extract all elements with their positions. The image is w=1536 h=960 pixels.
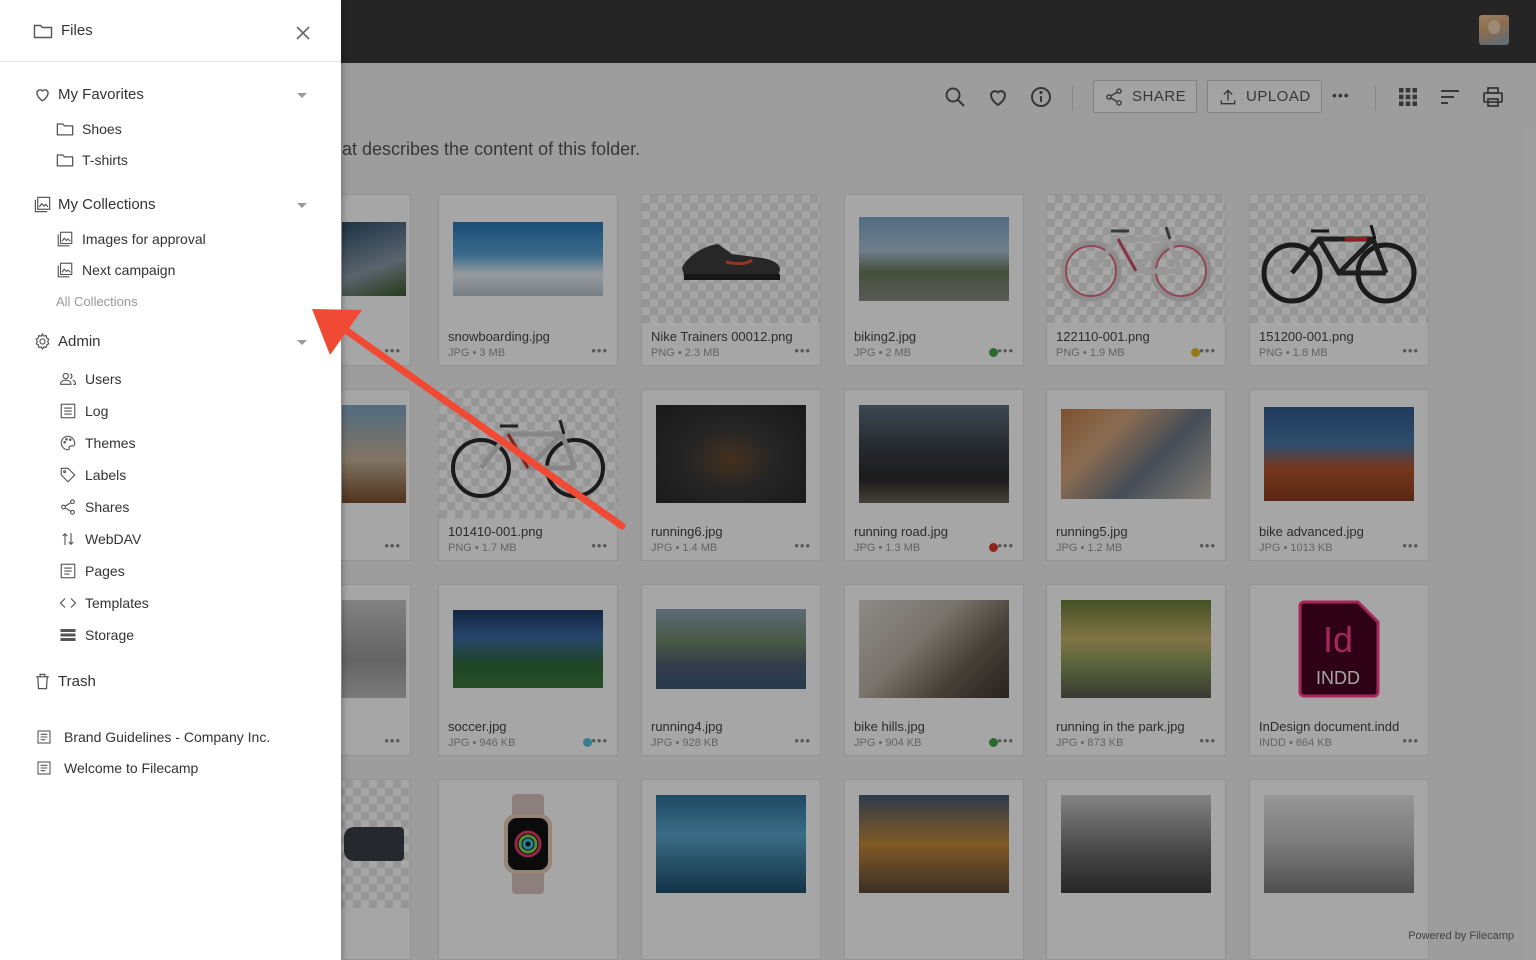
page-icon bbox=[37, 730, 51, 744]
folder-icon bbox=[56, 154, 74, 167]
gear-icon bbox=[35, 332, 50, 351]
transfer-icon bbox=[62, 532, 74, 546]
palette-icon bbox=[60, 435, 76, 451]
admin-item-storage[interactable]: Storage bbox=[59, 626, 134, 644]
section-admin[interactable]: Admin bbox=[33, 332, 101, 351]
chevron-down-icon[interactable] bbox=[297, 203, 307, 208]
section-label: Admin bbox=[58, 333, 101, 350]
heart-icon bbox=[36, 89, 49, 102]
chevron-down-icon[interactable] bbox=[297, 340, 307, 345]
admin-label: Storage bbox=[85, 627, 135, 643]
admin-label: Users bbox=[85, 371, 122, 387]
favorite-item-tshirts[interactable]: T-shirts bbox=[56, 151, 128, 169]
admin-item-templates[interactable]: Templates bbox=[59, 594, 149, 612]
trash-icon bbox=[36, 673, 49, 690]
page-label: Welcome to Filecamp bbox=[64, 760, 199, 776]
admin-label: Shares bbox=[85, 499, 130, 515]
admin-label: Templates bbox=[85, 595, 149, 611]
admin-label: Pages bbox=[85, 563, 125, 579]
admin-item-labels[interactable]: Labels bbox=[59, 466, 126, 484]
folder-icon bbox=[56, 123, 74, 136]
favorite-label: Shoes bbox=[82, 121, 122, 137]
admin-label: Labels bbox=[85, 467, 127, 483]
page-link-welcome[interactable]: Welcome to Filecamp bbox=[36, 760, 198, 776]
admin-label: WebDAV bbox=[85, 531, 142, 547]
favorite-item-shoes[interactable]: Shoes bbox=[56, 120, 122, 138]
collection-icon bbox=[57, 262, 73, 278]
favorite-label: T-shirts bbox=[82, 152, 128, 168]
admin-item-webdav[interactable]: WebDAV bbox=[59, 530, 141, 548]
tag-icon bbox=[60, 467, 76, 483]
code-icon bbox=[59, 598, 77, 608]
close-icon[interactable] bbox=[294, 24, 312, 42]
collection-item-next-campaign[interactable]: Next campaign bbox=[56, 261, 175, 279]
admin-item-users[interactable]: Users bbox=[59, 370, 122, 388]
page-link-brand-guidelines[interactable]: Brand Guidelines - Company Inc. bbox=[36, 729, 270, 745]
admin-label: Themes bbox=[85, 435, 136, 451]
admin-item-pages[interactable]: Pages bbox=[59, 562, 125, 580]
admin-item-themes[interactable]: Themes bbox=[59, 434, 136, 452]
collection-label: Next campaign bbox=[82, 262, 176, 278]
admin-label: Log bbox=[85, 403, 109, 419]
folder-icon bbox=[33, 24, 53, 39]
collections-icon bbox=[34, 196, 51, 213]
users-icon bbox=[59, 372, 77, 385]
drawer-header: Files bbox=[0, 0, 341, 62]
admin-item-shares[interactable]: Shares bbox=[59, 498, 129, 516]
section-label: Trash bbox=[58, 673, 96, 690]
page-icon bbox=[37, 761, 51, 775]
section-my-favorites[interactable]: My Favorites bbox=[33, 85, 144, 104]
log-icon bbox=[60, 403, 76, 419]
section-trash[interactable]: Trash bbox=[33, 672, 96, 691]
page-icon bbox=[60, 563, 76, 579]
collection-icon bbox=[57, 231, 73, 247]
section-label: My Collections bbox=[58, 196, 156, 213]
storage-icon bbox=[60, 629, 76, 641]
drawer-title: Files bbox=[61, 22, 93, 39]
share-icon bbox=[61, 499, 75, 515]
section-my-collections[interactable]: My Collections bbox=[33, 195, 156, 214]
collection-label: Images for approval bbox=[82, 231, 206, 247]
all-collections-link[interactable]: All Collections bbox=[56, 294, 138, 309]
admin-item-log[interactable]: Log bbox=[59, 402, 108, 420]
chevron-down-icon[interactable] bbox=[297, 93, 307, 98]
files-drawer: Files My Favorites Shoes T-shirts My Col… bbox=[0, 0, 341, 960]
page-label: Brand Guidelines - Company Inc. bbox=[64, 729, 271, 745]
collection-item-images-for-approval[interactable]: Images for approval bbox=[56, 230, 206, 248]
section-label: My Favorites bbox=[58, 86, 144, 103]
